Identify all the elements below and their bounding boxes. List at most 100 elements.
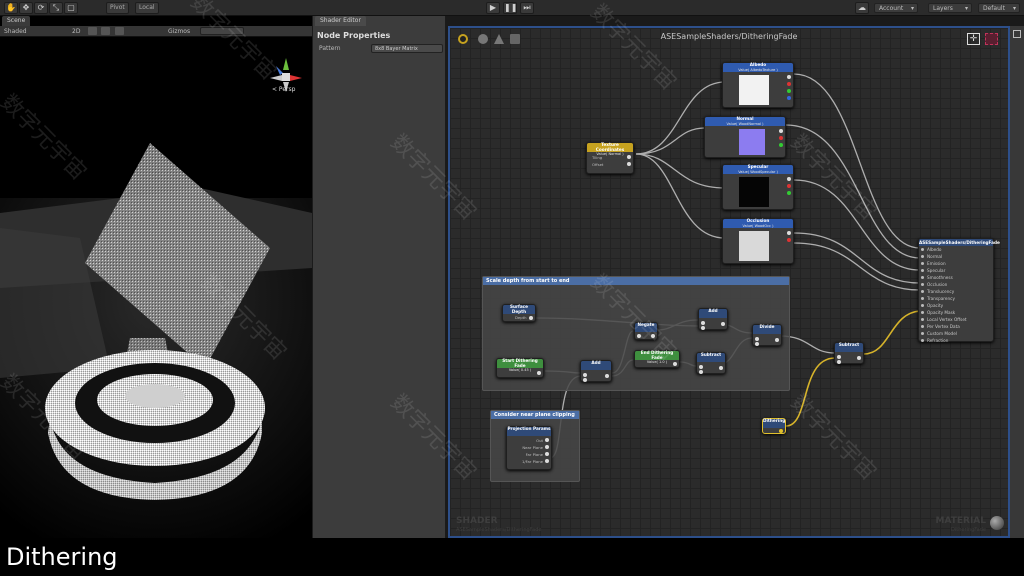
audio-toggle-icon[interactable]: [101, 27, 110, 35]
scene-control-bar: Shaded 2D Gizmos: [0, 26, 312, 37]
pattern-label: Pattern: [319, 45, 341, 52]
shader-corner-label: SHADER: [456, 516, 498, 526]
node-subtract-2[interactable]: Subtract: [834, 342, 864, 364]
video-caption: Dithering: [6, 543, 118, 571]
master-pin-normal: Normal: [919, 253, 993, 260]
pin-far-plane: Far Plane: [525, 452, 543, 457]
node-dithering[interactable]: Dithering: [762, 418, 786, 434]
node-divide[interactable]: Divide: [752, 324, 782, 346]
gizmos-dropdown[interactable]: Gizmos: [168, 26, 190, 37]
master-pin-opacity: Opacity: [919, 302, 993, 309]
material-corner-name: DitheringFade: [951, 527, 986, 533]
group-clip-title: Consider near plane clipping: [491, 411, 579, 419]
hand-tool-icon[interactable]: ✋: [4, 2, 18, 14]
pin-tiling: Tiling: [592, 155, 603, 160]
pivot-toggle[interactable]: Pivot: [106, 2, 129, 14]
master-pin-refraction: Refraction: [919, 337, 993, 344]
node-graph-canvas[interactable]: ASESampleShaders/DitheringFade ✛ Scale d…: [448, 26, 1010, 538]
move-tool-icon[interactable]: ✥: [19, 2, 33, 14]
node-subtract-1[interactable]: Subtract: [696, 352, 726, 374]
node-add2-header: Add: [699, 308, 727, 318]
pin-out: Out: [536, 438, 543, 443]
group-scale-title: Scale depth from start to end: [483, 277, 789, 285]
persp-label[interactable]: < Persp: [272, 86, 295, 93]
account-dropdown[interactable]: Account: [874, 3, 918, 13]
node-add1-header: Add: [581, 360, 611, 370]
node-start-dithering-fade[interactable]: Start Dithering Fade Value( 0.45 ): [496, 358, 544, 378]
scene-view[interactable]: Scene Shaded 2D Gizmos < Persp: [0, 16, 312, 538]
2d-toggle[interactable]: 2D: [72, 26, 80, 37]
tab-scene[interactable]: Scene: [2, 16, 31, 26]
caption-bar: [0, 538, 1024, 576]
right-panel-strip: [1010, 26, 1024, 538]
layers-dropdown[interactable]: Layers: [928, 3, 972, 13]
master-pin-custom-model: Custom Model: [919, 330, 993, 337]
master-pin-occlusion: Occlusion: [919, 281, 993, 288]
node-specular[interactable]: Specular Value( WoodSpecular ): [722, 164, 794, 210]
pin-offset: Offset: [592, 162, 604, 167]
node-occlusion[interactable]: Occlusion Value( WoodOcc ): [722, 218, 794, 264]
scene-3d-render: [0, 143, 312, 538]
node-add-2[interactable]: Add: [698, 308, 728, 330]
occlusion-preview: [739, 231, 769, 261]
node-texture-coordinates[interactable]: Texture Coordinates Value( Normal ) Tilin…: [586, 142, 634, 174]
cloud-icon[interactable]: ☁: [855, 2, 869, 14]
pin-depth: Depth: [515, 315, 527, 320]
scene-search-input[interactable]: [200, 27, 244, 35]
master-pin-vertex-data: Per Vertex Data: [919, 323, 993, 330]
node-surface-depth-header: Surface Depth: [503, 304, 535, 314]
rotate-tool-icon[interactable]: ⟳: [34, 2, 48, 14]
node-subtract1-header: Subtract: [697, 352, 725, 362]
node-divide-header: Divide: [753, 324, 781, 334]
master-pin-vertex-offset: Local Vertex Offset: [919, 316, 993, 323]
panel-title: Node Properties: [317, 31, 391, 40]
pin-inv-far-plane: 1/Far Plane: [521, 459, 543, 464]
palette-icon[interactable]: [1013, 30, 1021, 38]
lighting-toggle-icon[interactable]: [88, 27, 97, 35]
node-subtract2-header: Subtract: [835, 342, 863, 352]
effects-toggle-icon[interactable]: [115, 27, 124, 35]
master-pin-transparency: Transparency: [919, 295, 993, 302]
master-pin-opacity-mask: Opacity Mask: [919, 309, 993, 316]
master-pin-albedo: Albedo: [919, 246, 993, 253]
step-icon[interactable]: ⏭: [520, 2, 534, 14]
node-projection-params[interactable]: Projection Params Out Near Plane Far Pla…: [506, 426, 552, 470]
master-pin-translucency: Translucency: [919, 288, 993, 295]
master-pin-smoothness: Smoothness: [919, 274, 993, 281]
node-master[interactable]: ASESampleShaders/DitheringFade Albedo No…: [918, 238, 1000, 344]
pattern-dropdown[interactable]: 8x8 Bayer Matrix: [371, 44, 443, 53]
tab-shader-editor[interactable]: Shader Editor: [315, 16, 366, 26]
node-albedo-header: Albedo Value( AlbedoTexture ): [723, 62, 793, 72]
specular-preview: [739, 177, 769, 207]
node-albedo[interactable]: Albedo Value( AlbedoTexture ): [722, 62, 794, 108]
node-negate[interactable]: Negate: [634, 322, 658, 340]
material-corner-label: MATERIAL: [935, 516, 987, 526]
node-texcoords-header: Texture Coordinates Value( Normal ): [587, 142, 633, 156]
node-surface-depth[interactable]: Surface Depth Depth: [502, 304, 536, 322]
shader-corner-path: ASESampleShaders/DitheringFade: [456, 527, 542, 533]
node-add-1[interactable]: Add: [580, 360, 612, 382]
node-dithering-header: Dithering: [763, 418, 785, 428]
play-icon[interactable]: ▶: [486, 2, 500, 14]
master-pin-emission: Emission: [919, 260, 993, 267]
pin-near-plane: Near Plane: [522, 445, 543, 450]
shading-mode-dropdown[interactable]: Shaded: [4, 26, 27, 37]
pause-icon[interactable]: ❚❚: [503, 2, 517, 14]
scale-tool-icon[interactable]: ⤡: [49, 2, 63, 14]
node-end-dithering-fade[interactable]: End Dithering Fade Value( 1.0 ): [634, 350, 680, 368]
layout-dropdown[interactable]: Default: [978, 3, 1020, 13]
node-end-fade-header: End Dithering Fade Value( 1.0 ): [635, 350, 679, 364]
master-pin-specular: Specular: [919, 267, 993, 274]
main-toolbar: ✋ ✥ ⟳ ⤡ ▢ Pivot Local ▶ ❚❚ ⏭ ☁ Account L…: [0, 0, 1024, 16]
node-projection-header: Projection Params: [507, 426, 551, 436]
master-pin-list: Albedo Normal Emission Specular Smoothne…: [919, 246, 993, 344]
rect-tool-icon[interactable]: ▢: [64, 2, 78, 14]
local-toggle[interactable]: Local: [135, 2, 159, 14]
node-master-header: ASESampleShaders/DitheringFade: [919, 239, 1000, 246]
node-start-fade-header: Start Dithering Fade Value( 0.45 ): [497, 358, 543, 372]
node-normal[interactable]: Normal Value( WoodNormal ): [704, 116, 786, 158]
node-normal-header: Normal Value( WoodNormal ): [705, 116, 785, 126]
node-occlusion-header: Occlusion Value( WoodOcc ): [723, 218, 793, 228]
node-properties-panel: Shader Editor Node Properties Pattern 8x…: [312, 16, 446, 538]
node-specular-header: Specular Value( WoodSpecular ): [723, 164, 793, 174]
